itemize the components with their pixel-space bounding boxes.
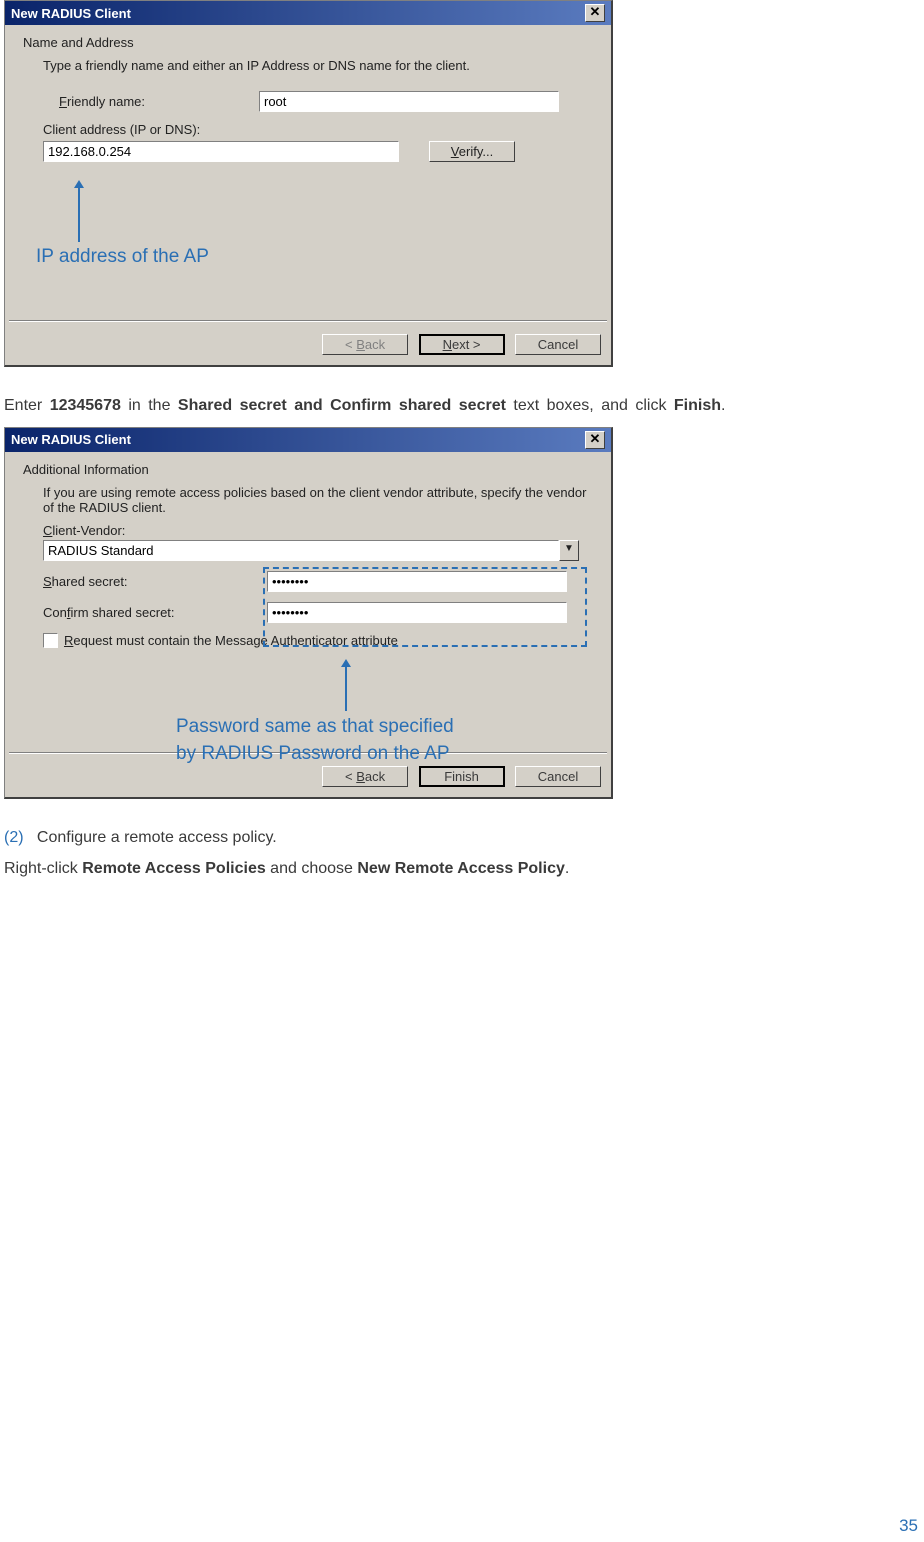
client-vendor-combo[interactable]: ▼ bbox=[43, 540, 579, 561]
annotation-highlight-box bbox=[263, 567, 587, 647]
section-title: Name and Address bbox=[23, 35, 593, 50]
page-number: 35 bbox=[899, 1516, 918, 1536]
client-address-input[interactable] bbox=[43, 141, 399, 162]
chevron-down-icon[interactable]: ▼ bbox=[559, 540, 579, 561]
step-line: (2) Configure a remote access policy. bbox=[4, 827, 920, 849]
annotation-password: Password same as that specified by RADIU… bbox=[176, 713, 454, 768]
arrow-icon bbox=[345, 665, 347, 711]
client-vendor-label: Client-Vendor: bbox=[43, 523, 593, 538]
next-button[interactable]: Next > bbox=[419, 334, 505, 355]
section-title: Additional Information bbox=[23, 462, 593, 477]
cancel-button[interactable]: Cancel bbox=[515, 766, 601, 787]
message-authenticator-checkbox[interactable] bbox=[43, 633, 58, 648]
friendly-name-input[interactable] bbox=[259, 91, 559, 112]
finish-button[interactable]: Finish bbox=[419, 766, 505, 787]
confirm-shared-secret-label: Confirm shared secret: bbox=[43, 605, 267, 620]
client-vendor-input[interactable] bbox=[43, 540, 559, 561]
instruction-paragraph-2: Right-click Remote Access Policies and c… bbox=[4, 858, 920, 880]
dialog-titlebar[interactable]: New RADIUS Client ✕ bbox=[5, 428, 611, 452]
back-button: < Back bbox=[322, 334, 408, 355]
dialog-description: If you are using remote access policies … bbox=[43, 485, 593, 515]
new-radius-client-dialog-1: New RADIUS Client ✕ Name and Address Typ… bbox=[4, 0, 613, 367]
instruction-paragraph-1: Enter 12345678 in the Shared secret and … bbox=[4, 395, 920, 417]
annotation-ip-address: IP address of the AP bbox=[36, 246, 209, 268]
dialog-title: New RADIUS Client bbox=[11, 432, 131, 447]
dialog-titlebar[interactable]: New RADIUS Client ✕ bbox=[5, 1, 611, 25]
dialog-title: New RADIUS Client bbox=[11, 6, 131, 21]
arrow-icon bbox=[78, 186, 80, 242]
verify-button[interactable]: Verify... bbox=[429, 141, 515, 162]
close-icon[interactable]: ✕ bbox=[585, 431, 605, 449]
client-address-label: Client address (IP or DNS): bbox=[43, 122, 593, 137]
cancel-button[interactable]: Cancel bbox=[515, 334, 601, 355]
dialog-description: Type a friendly name and either an IP Ad… bbox=[43, 58, 593, 73]
back-button[interactable]: < Back bbox=[322, 766, 408, 787]
shared-secret-label: Shared secret: bbox=[43, 574, 267, 589]
close-icon[interactable]: ✕ bbox=[585, 4, 605, 22]
friendly-name-label: Friendly name: bbox=[59, 94, 259, 109]
